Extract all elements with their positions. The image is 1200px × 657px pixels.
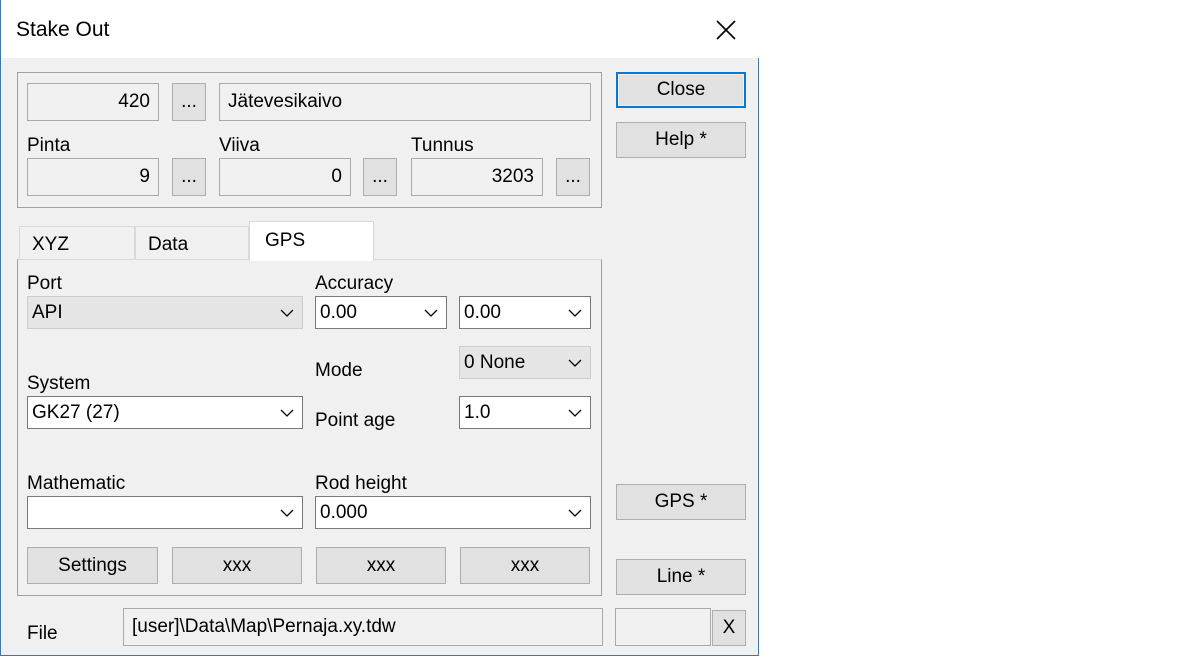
help-button[interactable]: Help * (616, 122, 746, 158)
tunnus-field[interactable]: 3203 (411, 158, 543, 196)
chevron-down-icon (564, 354, 586, 372)
gps-button[interactable]: GPS * (616, 484, 746, 520)
chevron-down-icon (276, 404, 298, 422)
file-aux-field[interactable] (615, 608, 711, 646)
accuracy-value-1: 0.00 (320, 301, 357, 323)
viiva-label: Viiva (219, 135, 260, 156)
chevron-down-icon (420, 304, 442, 322)
mode-value: 0 None (464, 351, 526, 373)
mode-select[interactable]: 0 None (459, 346, 591, 379)
chevron-down-icon (564, 504, 586, 522)
tab-gps-label: GPS (265, 230, 306, 251)
viiva-field[interactable]: 0 (219, 158, 351, 196)
point-age-label: Point age (315, 410, 396, 431)
rod-height-label: Rod height (315, 473, 407, 494)
mathematic-label: Mathematic (27, 473, 126, 494)
rod-height-value: 0.000 (320, 501, 368, 523)
mode-label: Mode (315, 360, 363, 381)
point-name-field[interactable]: Jätevesikaivo (219, 83, 591, 121)
file-clear-button[interactable]: X (712, 610, 746, 646)
accuracy-value-2: 0.00 (464, 301, 501, 323)
chevron-down-icon (564, 304, 586, 322)
point-browse-button[interactable]: ... (172, 83, 206, 121)
viiva-browse-button[interactable]: ... (363, 158, 397, 196)
accuracy-label: Accuracy (315, 273, 394, 294)
xxx-button-1[interactable]: xxx (172, 547, 302, 584)
point-number-field[interactable]: 420 (27, 83, 159, 121)
title-bar: Stake Out (1, 0, 759, 58)
xxx-button-3[interactable]: xxx (460, 547, 590, 584)
line-button[interactable]: Line * (616, 559, 746, 595)
port-label: Port (27, 273, 62, 294)
system-value: GK27 (27) (32, 401, 120, 423)
accuracy-select-2[interactable]: 0.00 (459, 296, 591, 329)
file-path-field[interactable]: [user]\Data\Map\Pernaja.xy.tdw (123, 608, 603, 646)
accuracy-select-1[interactable]: 0.00 (315, 296, 447, 329)
point-age-select[interactable]: 1.0 (459, 396, 591, 429)
stake-out-dialog: Stake Out 420 ... Jätevesikaivo Pinta 9 … (0, 0, 759, 656)
tab-xyz-label: XYZ (32, 234, 69, 255)
xxx-button-2[interactable]: xxx (316, 547, 446, 584)
pinta-field[interactable]: 9 (27, 158, 159, 196)
tunnus-browse-button[interactable]: ... (556, 158, 590, 196)
rod-height-select[interactable]: 0.000 (315, 496, 591, 529)
chevron-down-icon (564, 404, 586, 422)
tab-data[interactable]: Data (135, 226, 249, 260)
tunnus-label: Tunnus (411, 135, 474, 156)
port-select[interactable]: API (27, 296, 303, 329)
close-button[interactable]: Close (616, 72, 746, 108)
tab-data-label: Data (148, 234, 189, 255)
chevron-down-icon (276, 504, 298, 522)
tab-gps[interactable]: GPS (249, 221, 374, 261)
settings-button[interactable]: Settings (27, 547, 158, 584)
window-title: Stake Out (16, 18, 110, 41)
mathematic-select[interactable] (27, 496, 303, 529)
system-select[interactable]: GK27 (27) (27, 396, 303, 429)
close-window-icon[interactable] (704, 12, 748, 48)
pinta-label: Pinta (27, 135, 71, 156)
tab-xyz[interactable]: XYZ (19, 226, 135, 260)
chevron-down-icon (276, 304, 298, 322)
system-label: System (27, 373, 91, 394)
port-value: API (32, 301, 63, 323)
pinta-browse-button[interactable]: ... (172, 158, 206, 196)
file-label: File (27, 623, 58, 644)
point-age-value: 1.0 (464, 401, 491, 423)
